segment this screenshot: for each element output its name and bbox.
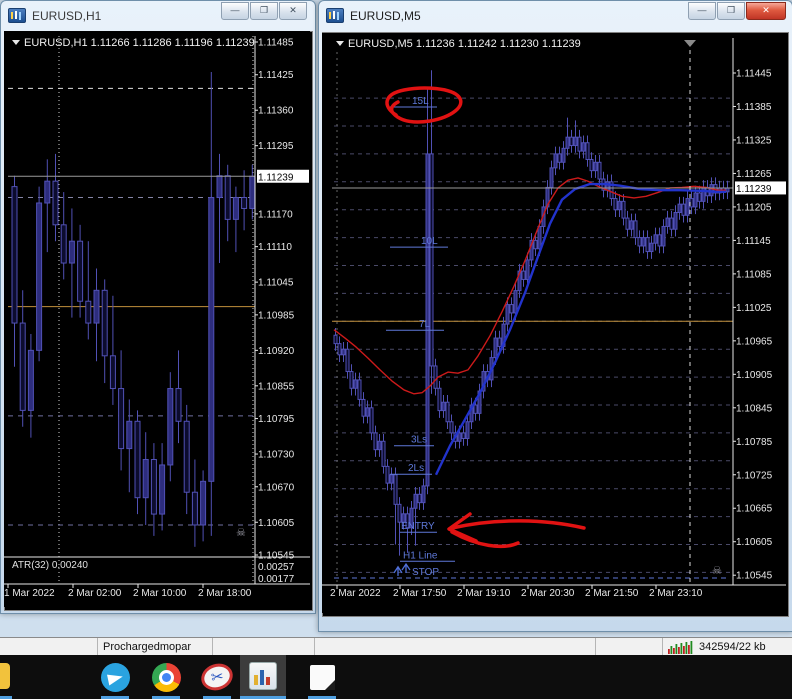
pinned-app-partial-icon[interactable]: [0, 663, 10, 689]
svg-text:STOP: STOP: [412, 567, 439, 578]
desktop: { "windows": { "left": { "title": "EURUS…: [0, 0, 792, 699]
status-cell-empty: [213, 638, 315, 656]
svg-text:1.10985: 1.10985: [258, 310, 295, 321]
svg-text:1.11325: 1.11325: [736, 135, 772, 146]
svg-text:EURUSD,H1 1.11266 1.11286 1.1: EURUSD,H1 1.11266 1.11286 1.11196 1.1123…: [24, 37, 255, 49]
svg-text:EURUSD,M5 1.11236 1.11242 1.1: EURUSD,M5 1.11236 1.11242 1.11230 1.1123…: [348, 38, 581, 50]
m5-chart-canvas[interactable]: 15L 10L 7L 3Ls 2Ls ENTRY H1 Line STOP 1.11445 1.1…: [322, 33, 786, 613]
svg-text:H1 Line: H1 Line: [403, 550, 438, 561]
svg-text:0.00177: 0.00177: [258, 574, 295, 585]
svg-text:1.11045: 1.11045: [258, 278, 294, 289]
close-button[interactable]: ✕: [746, 2, 786, 20]
svg-text:10L: 10L: [421, 236, 438, 247]
status-cell-empty: [0, 638, 98, 656]
svg-text:1.11445: 1.11445: [736, 69, 772, 80]
maximize-button[interactable]: ❐: [250, 2, 278, 20]
svg-text:1.11110: 1.11110: [258, 242, 292, 253]
svg-text:1.11485: 1.11485: [258, 38, 294, 49]
metatrader-taskbar-icon[interactable]: [240, 655, 286, 696]
window-title-h1: EURUSD,H1: [32, 8, 102, 23]
svg-text:3Ls: 3Ls: [411, 435, 427, 446]
svg-text:1.11145: 1.11145: [736, 236, 771, 247]
svg-text:1.10725: 1.10725: [736, 470, 773, 481]
svg-text:1.11205: 1.11205: [736, 202, 772, 213]
svg-text:☠: ☠: [236, 527, 246, 539]
svg-text:1.11265: 1.11265: [736, 169, 772, 180]
minimize-button[interactable]: —: [688, 2, 716, 20]
status-bar: Prochargedmopar 342594/22 kb: [0, 637, 792, 657]
svg-text:1.10730: 1.10730: [258, 450, 295, 461]
snipping-tool-icon[interactable]: ✂: [197, 659, 237, 695]
svg-text:1.11385: 1.11385: [736, 102, 772, 113]
svg-text:1.10670: 1.10670: [258, 482, 295, 493]
svg-text:1.10545: 1.10545: [258, 550, 295, 561]
taskbar: ✂: [0, 655, 792, 699]
svg-text:2 Mar 23:10: 2 Mar 23:10: [649, 588, 703, 599]
svg-text:1.10605: 1.10605: [736, 537, 773, 548]
account-label: Prochargedmopar: [103, 641, 192, 653]
svg-text:1.11360: 1.11360: [258, 106, 294, 117]
svg-text:1.10665: 1.10665: [736, 504, 773, 515]
h1-skull-icon: ☠: [236, 527, 246, 539]
network-activity-icon: [668, 640, 693, 654]
svg-text:ENTRY: ENTRY: [401, 521, 435, 532]
minimize-button[interactable]: —: [221, 2, 249, 20]
svg-text:2 Mar 02:00: 2 Mar 02:00: [68, 588, 122, 599]
svg-text:☠: ☠: [712, 565, 722, 577]
mt4-window-icon[interactable]: [8, 8, 26, 23]
svg-text:1.10845: 1.10845: [736, 403, 773, 414]
svg-text:1.10855: 1.10855: [258, 381, 295, 392]
svg-text:2 Mar 18:00: 2 Mar 18:00: [198, 588, 252, 599]
notes-app-icon[interactable]: [306, 661, 338, 693]
chrome-icon[interactable]: [150, 661, 182, 693]
svg-text:1.10605: 1.10605: [258, 518, 295, 529]
svg-text:1.11239: 1.11239: [258, 172, 294, 183]
svg-text:0.00257: 0.00257: [258, 562, 295, 573]
svg-text:1.10905: 1.10905: [736, 370, 773, 381]
telegram-icon[interactable]: [99, 661, 131, 693]
svg-text:1.11425: 1.11425: [258, 70, 294, 81]
svg-text:2Ls: 2Ls: [408, 463, 424, 474]
svg-text:2 Mar 10:00: 2 Mar 10:00: [133, 588, 187, 599]
svg-text:1.10795: 1.10795: [258, 414, 295, 425]
svg-text:ATR(32) 0.00240: ATR(32) 0.00240: [12, 560, 88, 571]
svg-text:1.11085: 1.11085: [736, 269, 772, 280]
maximize-button[interactable]: ❐: [717, 2, 745, 20]
h1-header: EURUSD,H1 1.11266 1.11286 1.11196 1.1123…: [12, 37, 255, 49]
svg-text:2 Mar 21:50: 2 Mar 21:50: [585, 588, 639, 599]
status-cell-empty: [315, 638, 596, 656]
close-button[interactable]: ✕: [279, 2, 307, 20]
h1-chart-canvas[interactable]: 1.11485 1.11425 1.11360 1.11295 1.11170 1.111…: [4, 31, 310, 607]
m5-header: EURUSD,M5 1.11236 1.11242 1.11230 1.1123…: [336, 38, 581, 50]
window-title-m5: EURUSD,M5: [350, 8, 421, 23]
svg-text:1.10785: 1.10785: [736, 437, 773, 448]
svg-text:1.10920: 1.10920: [258, 346, 295, 357]
svg-text:2 Mar 19:10: 2 Mar 19:10: [457, 588, 511, 599]
network-label: 342594/22 kb: [699, 641, 766, 653]
status-account-cell: Prochargedmopar: [98, 638, 213, 656]
svg-text:1.11170: 1.11170: [258, 209, 293, 220]
svg-text:2 Mar 20:30: 2 Mar 20:30: [521, 588, 575, 599]
svg-text:1 Mar 2022: 1 Mar 2022: [4, 588, 55, 599]
svg-text:2 Mar 2022: 2 Mar 2022: [330, 588, 381, 599]
svg-text:1.10545: 1.10545: [736, 571, 773, 582]
m5-skull-icon: ☠: [712, 565, 722, 577]
svg-text:2 Mar 17:50: 2 Mar 17:50: [393, 588, 447, 599]
mt4-window-icon[interactable]: [326, 8, 344, 23]
status-cell-empty: [596, 638, 663, 656]
svg-text:1.11025: 1.11025: [736, 303, 772, 314]
status-network-cell: 342594/22 kb: [663, 638, 792, 656]
svg-text:1.11295: 1.11295: [258, 141, 294, 152]
svg-text:7L: 7L: [419, 319, 431, 330]
svg-text:1.11239: 1.11239: [736, 184, 772, 195]
svg-text:15L: 15L: [412, 96, 429, 107]
svg-text:1.10965: 1.10965: [736, 336, 773, 347]
